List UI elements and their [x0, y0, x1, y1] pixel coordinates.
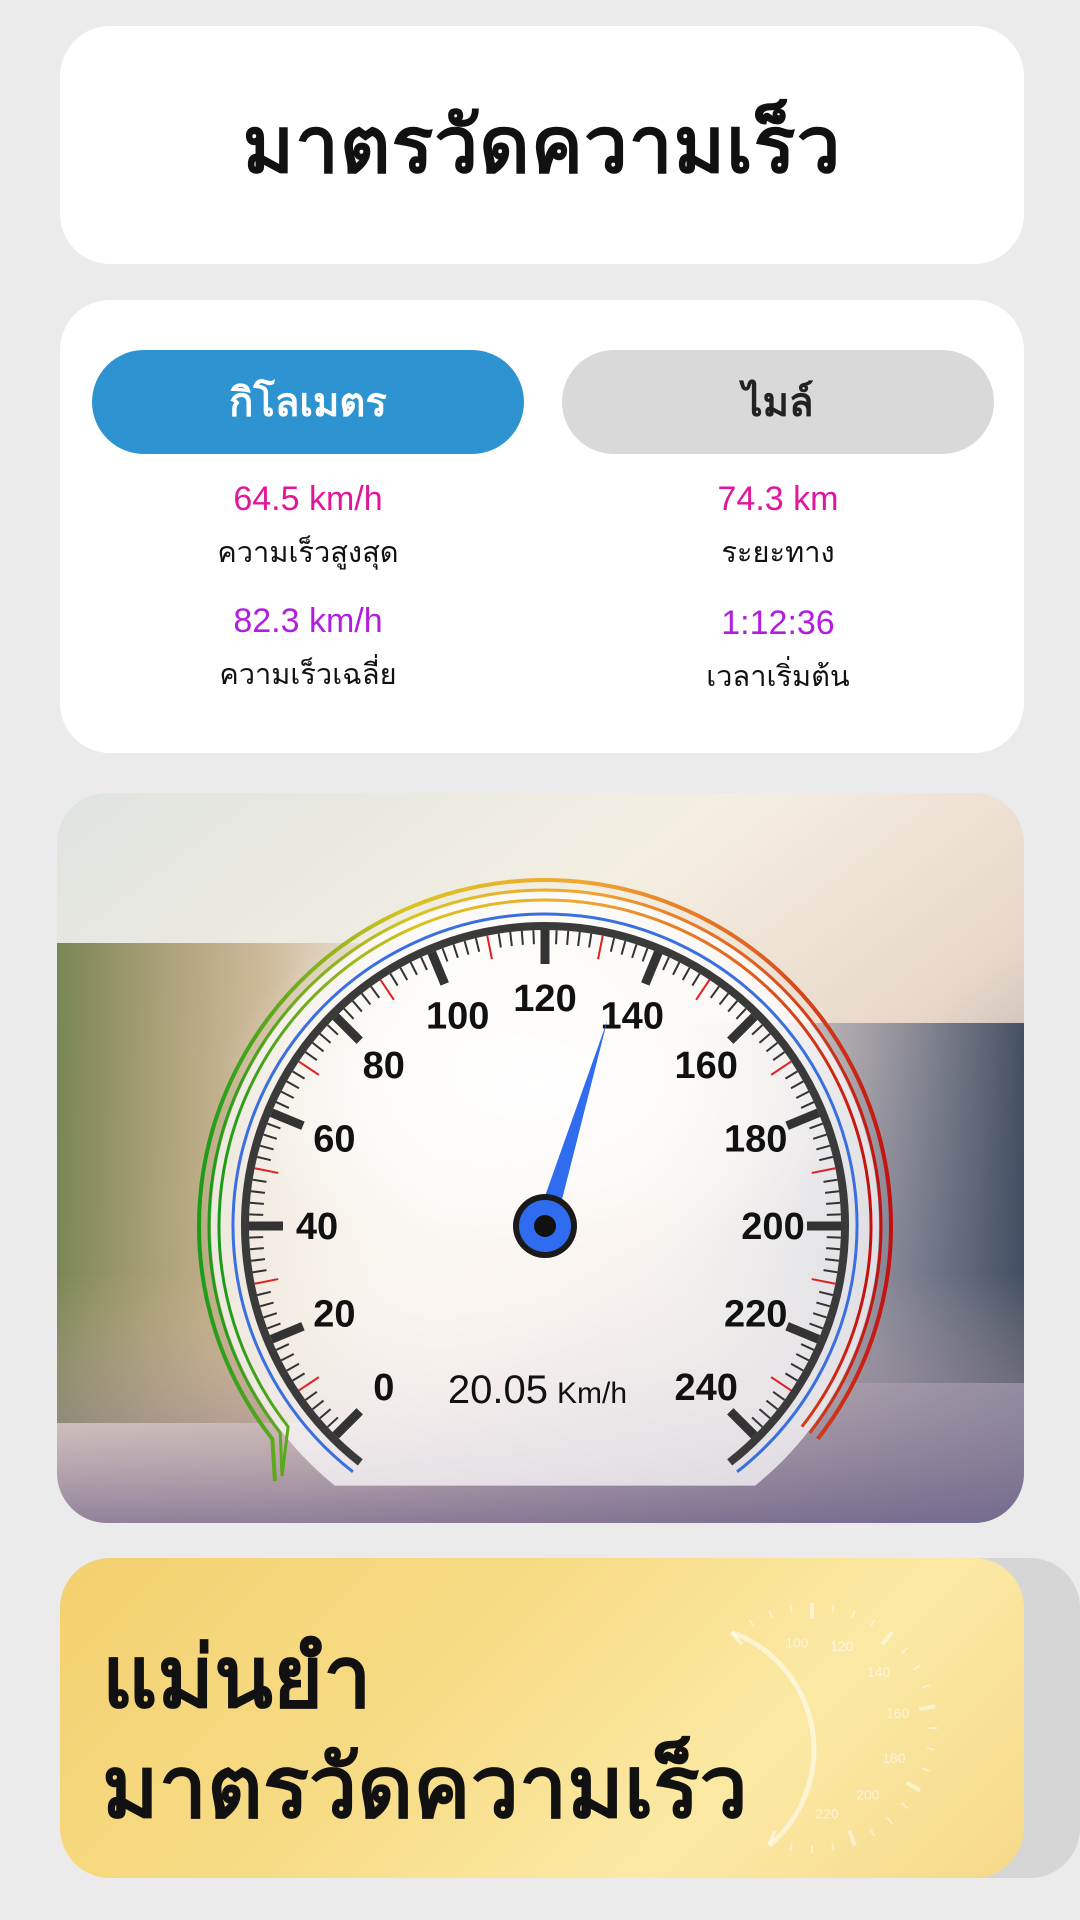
faded-gauge-tick: [921, 1684, 930, 1689]
faded-gauge-tick: [851, 1610, 856, 1619]
faded-gauge-tick: [921, 1767, 930, 1772]
tick-label: 120: [513, 978, 576, 1020]
minor-tick: [249, 1201, 264, 1205]
elapsed-stat: 1:12:36 เวลาเริ่มต้น: [562, 604, 994, 699]
minor-tick: [249, 1213, 264, 1216]
speed-readout-unit: Km/h: [557, 1377, 627, 1410]
faded-gauge-tick: [880, 1630, 894, 1646]
faded-gauge-label: 100: [785, 1634, 809, 1650]
distance-stat: 74.3 km ระยะทาง: [562, 480, 994, 575]
faded-gauge-tick: [789, 1604, 793, 1613]
tick-label: 100: [426, 995, 489, 1037]
minor-tick: [826, 1236, 841, 1239]
max-speed-stat: 64.5 km/h ความเร็วสูงสุด: [92, 480, 524, 575]
faded-gauge-tick: [869, 1828, 876, 1837]
minor-tick: [520, 930, 524, 945]
faded-gauge-label: 200: [856, 1787, 880, 1803]
faded-gauge-tick: [831, 1843, 835, 1852]
max-speed-label: ความเร็วสูงสุด: [217, 535, 399, 569]
faded-gauge-tick: [900, 1646, 909, 1654]
mile-button[interactable]: ไมล์: [562, 350, 994, 454]
minor-tick: [826, 1213, 841, 1216]
faded-speedometer-icon: 100 120 140 160 180 200 220: [730, 1603, 937, 1853]
tick-label: 160: [675, 1045, 738, 1087]
tick-label: 40: [296, 1206, 338, 1248]
stats-card: กิโลเมตร ไมล์ 64.5 km/h ความเร็วสูงสุด 7…: [60, 300, 1024, 753]
faded-gauge-tick: [900, 1802, 909, 1810]
faded-gauge-tick: [831, 1604, 835, 1613]
tick-label: 140: [601, 995, 664, 1037]
tick-label: 0: [373, 1367, 394, 1409]
faded-gauge-label: 180: [882, 1750, 906, 1766]
faded-gauge-tick: [869, 1619, 876, 1628]
page-title: มาตรวัดความเร็ว: [242, 101, 842, 191]
faded-gauge-tick: [789, 1843, 793, 1852]
distance-label: ระยะทาง: [721, 535, 835, 569]
avg-speed-stat: 82.3 km/h ความเร็วเฉลี่ย: [92, 602, 524, 697]
faded-gauge-label: 160: [886, 1705, 910, 1721]
distance-value: 74.3 km: [717, 480, 839, 518]
minor-tick: [826, 1201, 841, 1205]
faded-gauge-label: 140: [867, 1664, 891, 1680]
minor-tick: [532, 930, 535, 945]
minor-tick: [555, 930, 558, 945]
speedometer-card: 0 20 40 60 80 100 120 140 160 180 200 220 240 20.05 Km…: [57, 793, 1024, 1523]
faded-gauge-tick: [905, 1780, 922, 1793]
minor-tick: [249, 1236, 264, 1239]
speed-readout-value: 20.05: [448, 1368, 548, 1412]
minor-tick: [826, 1247, 841, 1251]
speedometer-gauge: 0 20 40 6080 100 120 140 160 180 200 220 240 20.05 Km…: [57, 793, 1024, 1523]
faded-gauge-tick: [768, 1610, 773, 1619]
faded-gauge-tick: [912, 1664, 921, 1671]
tick-label: 200: [741, 1206, 804, 1248]
elapsed-label: เวลาเริ่มต้น: [706, 659, 850, 693]
kilometer-button[interactable]: กิโลเมตร: [92, 350, 524, 454]
max-speed-value: 64.5 km/h: [233, 480, 383, 518]
faded-gauge-tick: [886, 1816, 894, 1825]
promo-line-2: มาตรวัดความเร็ว: [102, 1738, 748, 1838]
tick-label: 240: [675, 1367, 738, 1409]
tick-label: 80: [363, 1045, 405, 1087]
avg-speed-label: ความเร็วเฉลี่ย: [219, 657, 397, 691]
tick-label: 180: [724, 1119, 787, 1161]
tick-label: 20: [313, 1293, 355, 1335]
avg-speed-value: 82.3 km/h: [233, 602, 383, 640]
title-card: มาตรวัดความเร็ว: [60, 26, 1024, 264]
faded-gauge-tick: [847, 1829, 857, 1847]
tick-label: 60: [313, 1119, 355, 1161]
faded-gauge-label: 120: [830, 1638, 854, 1654]
needle-hub-center: [534, 1215, 556, 1237]
faded-gauge-tick: [748, 1619, 755, 1628]
faded-gauge-tick: [918, 1704, 936, 1712]
minor-tick: [249, 1247, 264, 1251]
tick-label: 220: [724, 1293, 787, 1335]
faded-gauge-label: 220: [815, 1806, 839, 1822]
faded-gauge-tick: [927, 1747, 936, 1751]
promo-banner[interactable]: 100 120 140 160 180 200 220 แม่นยำ มาตรวัดความ…: [60, 1558, 1024, 1878]
minor-tick: [566, 930, 570, 945]
elapsed-value: 1:12:36: [721, 604, 835, 642]
